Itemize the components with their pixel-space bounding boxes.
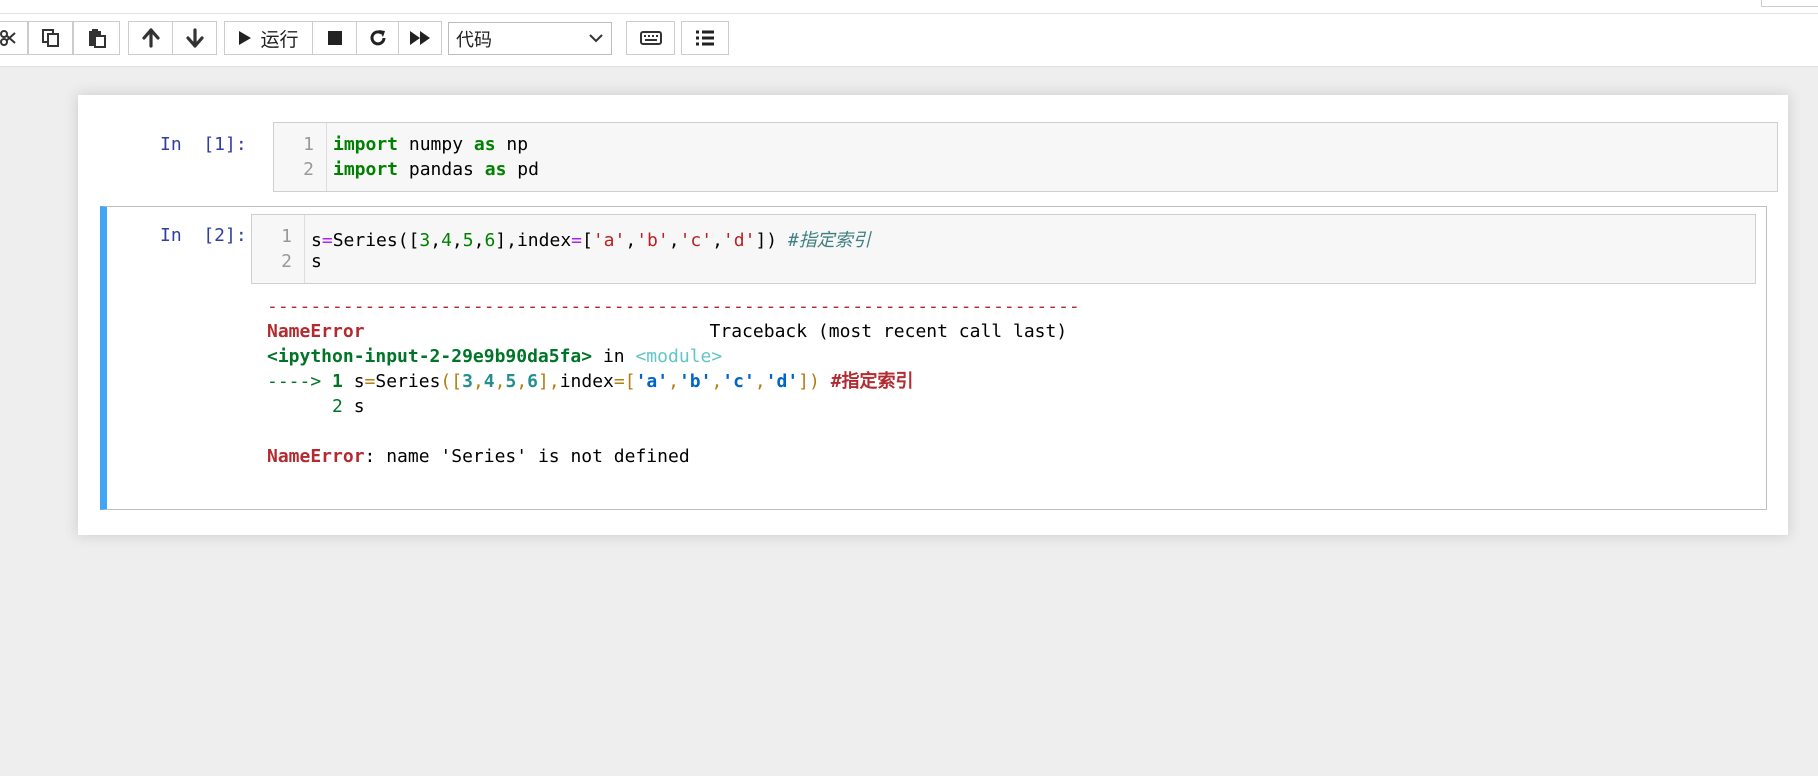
line-number-gutter: 1 2 <box>274 123 327 191</box>
code-line: import numpy as np <box>333 134 529 155</box>
error-output: ----------------------------------------… <box>267 295 1080 467</box>
code-cell-selected[interactable]: In [2]: 1 2 s=Series([3,4,5,6],index=['a… <box>100 206 1767 510</box>
notebook-toolbar: 运行 代码 <box>0 14 1818 67</box>
keyboard-icon <box>639 31 662 45</box>
paste-icon <box>88 29 106 48</box>
arrow-down-icon <box>185 28 204 48</box>
traceback-location: <ipython-input-2-29e9b90da5fa> in <modul… <box>267 346 723 367</box>
code-cell[interactable]: In [1]: 1 2 import numpy as np import pa… <box>100 121 1778 193</box>
restart-icon <box>370 30 385 46</box>
line-number: 1 <box>303 134 314 155</box>
restart-button[interactable] <box>356 21 399 55</box>
input-prompt: In [2]: <box>160 225 247 246</box>
menu-bar-edge <box>0 0 1818 14</box>
fast-forward-icon <box>410 31 430 45</box>
traceback-header: NameError Traceback (most recent call las… <box>267 321 1068 342</box>
code-editor[interactable]: 1 2 import numpy as np import pandas as … <box>273 122 1778 192</box>
play-icon <box>239 31 252 45</box>
traceback-line: 2 s <box>267 396 365 417</box>
move-down-button[interactable] <box>172 21 217 55</box>
command-palette-button[interactable] <box>626 21 675 55</box>
copy-button[interactable] <box>28 21 73 55</box>
cell-type-select[interactable]: 代码 <box>448 22 612 55</box>
arrow-up-icon <box>141 28 160 48</box>
error-message: NameError: name 'Series' is not defined <box>267 446 690 467</box>
cell-type-value: 代码 <box>456 29 492 51</box>
run-button[interactable]: 运行 <box>224 21 313 55</box>
code-editor[interactable]: 1 2 s=Series([3,4,5,6],index=['a','b','c… <box>251 214 1756 284</box>
copy-icon <box>41 29 59 47</box>
code-line: s=Series([3,4,5,6],index=['a','b','c','d… <box>311 230 871 251</box>
interrupt-button[interactable] <box>312 21 357 55</box>
run-label: 运行 <box>260 28 299 51</box>
notebook-container: In [1]: 1 2 import numpy as np import pa… <box>78 95 1788 535</box>
toc-button[interactable] <box>681 21 729 55</box>
code-line: s <box>311 251 322 272</box>
list-icon <box>696 30 714 46</box>
code-line: import pandas as pd <box>333 159 539 180</box>
line-number: 2 <box>303 159 314 180</box>
line-number: 1 <box>281 226 292 247</box>
input-prompt: In [1]: <box>160 134 247 155</box>
cut-button[interactable] <box>0 21 28 55</box>
cut-icon <box>0 30 16 46</box>
kernel-indicator-edge <box>1761 0 1818 7</box>
traceback-separator: ----------------------------------------… <box>267 296 1080 317</box>
stop-icon <box>327 31 342 45</box>
move-up-button[interactable] <box>128 21 173 55</box>
chevron-down-icon <box>589 34 603 43</box>
restart-run-all-button[interactable] <box>398 21 442 55</box>
line-number: 2 <box>281 251 292 272</box>
traceback-line: ----> 1 s=Series([3,4,5,6],index=['a','b… <box>267 371 914 392</box>
line-number-gutter: 1 2 <box>252 215 305 283</box>
paste-button[interactable] <box>73 21 120 55</box>
